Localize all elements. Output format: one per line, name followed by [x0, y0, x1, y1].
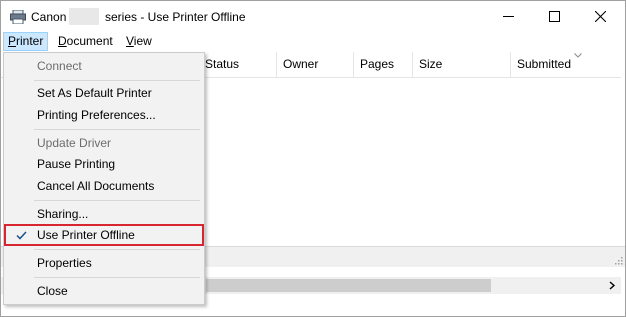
printer-queue-window: Canon series - Use Printer Offline Print… [0, 0, 626, 317]
menu-item-printing-preferences[interactable]: Printing Preferences... [4, 104, 204, 126]
menu-document-mnemonic: D [58, 34, 67, 48]
menu-printer[interactable]: Printer [3, 32, 49, 51]
menu-separator [34, 129, 200, 130]
window-title-prefix: Canon [31, 10, 67, 24]
column-owner[interactable]: Owner [277, 52, 354, 77]
menu-separator [34, 200, 200, 201]
sort-caret-icon [574, 53, 582, 58]
maximize-icon [549, 11, 560, 22]
checkmark-icon [16, 231, 27, 240]
menu-printer-mnemonic: P [8, 34, 17, 48]
column-size[interactable]: Size [413, 52, 511, 77]
menu-bar: Printer Document View [1, 32, 625, 53]
menu-item-update-driver: Update Driver [37, 136, 112, 150]
menu-item-close[interactable]: Close [4, 280, 204, 302]
menu-separator [34, 277, 200, 278]
column-status[interactable]: Status [199, 52, 277, 77]
close-button[interactable] [578, 1, 624, 32]
menu-item-sharing[interactable]: Sharing... [4, 203, 204, 225]
menu-item-properties[interactable]: Properties [4, 252, 204, 274]
menu-document-label: ocument [66, 34, 113, 48]
menu-item-use-printer-offline-label: Use Printer Offline [37, 228, 135, 242]
menu-separator [34, 80, 200, 81]
minimize-button[interactable] [486, 1, 532, 32]
menu-document[interactable]: Document [54, 32, 117, 51]
menu-separator [34, 249, 200, 250]
printer-menu-dropdown: Connect Set As Default Printer Printing … [3, 52, 205, 305]
menu-item-set-default-printer[interactable]: Set As Default Printer [4, 82, 204, 104]
menu-item-connect: Connect [37, 59, 82, 73]
menu-item-use-printer-offline[interactable]: Use Printer Offline [4, 224, 204, 246]
menu-printer-label: rinter [16, 34, 44, 48]
menu-item-pause-printing[interactable]: Pause Printing [4, 153, 204, 175]
scrollbar-thumb[interactable] [206, 279, 491, 292]
title-bar[interactable]: Canon series - Use Printer Offline [1, 1, 625, 32]
printer-icon [10, 10, 26, 24]
window-title-suffix: series - Use Printer Offline [105, 10, 246, 24]
resize-grip-icon[interactable] [613, 255, 623, 265]
column-submitted[interactable]: Submitted [511, 52, 621, 77]
minimize-icon [503, 16, 514, 17]
menu-view-mnemonic: V [126, 34, 134, 48]
menu-view-label: iew [133, 34, 152, 48]
menu-view[interactable]: View [122, 32, 156, 51]
column-pages[interactable]: Pages [354, 52, 413, 77]
scroll-right-icon[interactable] [605, 279, 619, 292]
redacted-model-name [69, 8, 99, 25]
close-icon [595, 11, 606, 22]
maximize-button[interactable] [532, 1, 578, 32]
menu-item-cancel-all-documents[interactable]: Cancel All Documents [4, 175, 204, 197]
